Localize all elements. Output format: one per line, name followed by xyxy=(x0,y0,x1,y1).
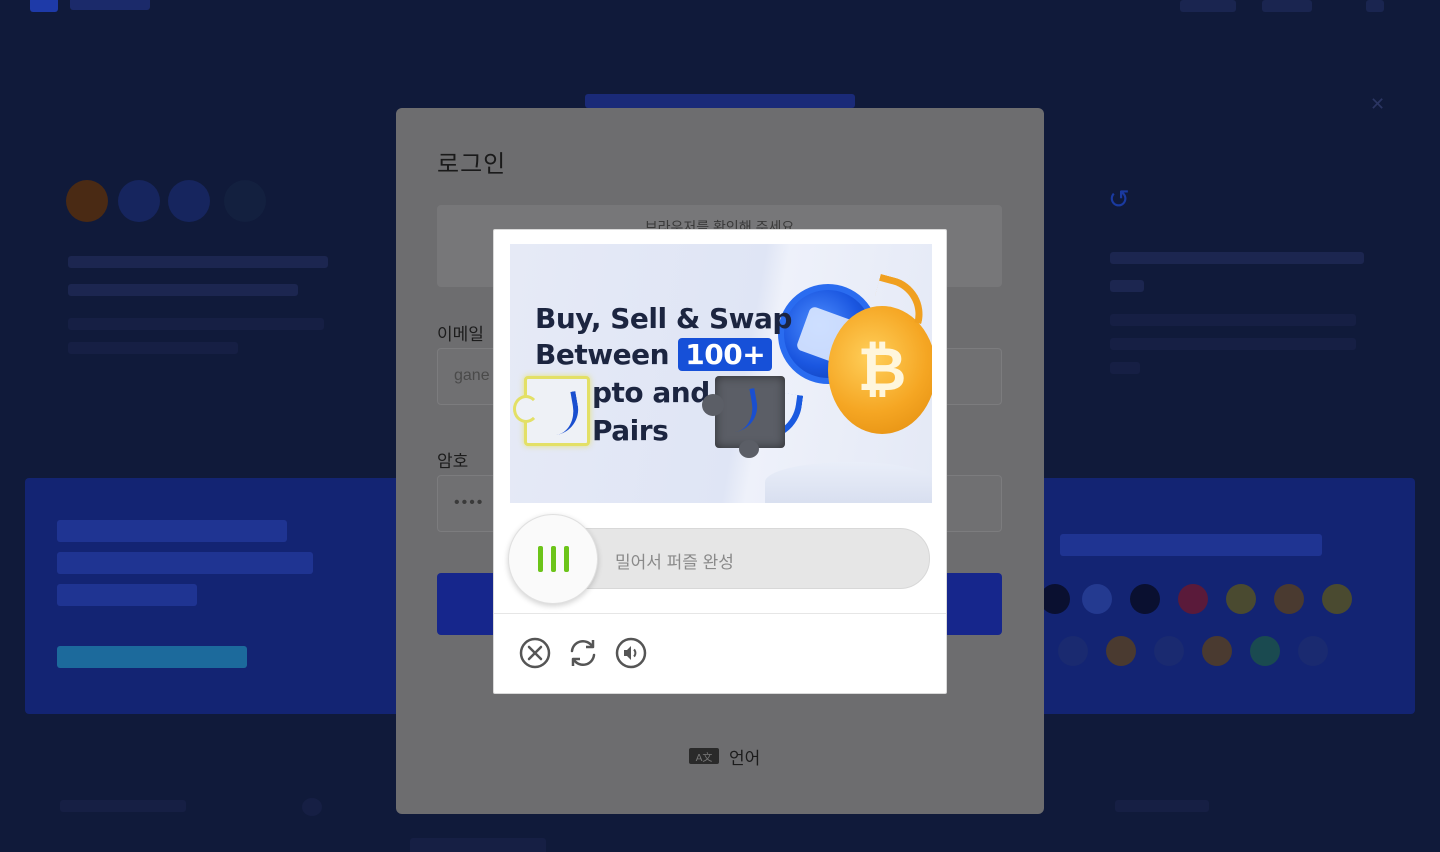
piece-stroke xyxy=(549,391,583,435)
bg-text-line xyxy=(1110,252,1364,264)
asset-icon xyxy=(1274,584,1304,614)
password-value: •••• xyxy=(454,494,485,511)
coin-icon xyxy=(224,180,266,222)
audio-captcha-button[interactable] xyxy=(614,636,648,670)
refresh-captcha-button[interactable] xyxy=(566,636,600,670)
close-icon xyxy=(519,637,551,669)
email-label: 이메일 xyxy=(437,325,484,344)
asset-icon xyxy=(1250,636,1280,666)
banner-title xyxy=(585,94,855,108)
bg-text-line xyxy=(1110,280,1144,292)
captcha-popup: ₿ Buy, Sell & Swap Between 100+ pto and … xyxy=(493,229,947,694)
puzzle-piece[interactable] xyxy=(513,376,590,446)
site-logo xyxy=(30,0,160,14)
promo-line-4: Pairs xyxy=(592,414,669,447)
asset-icon xyxy=(1040,584,1070,614)
bg-footer-line xyxy=(1115,800,1209,812)
logo-wordmark xyxy=(70,0,150,10)
password-label: 암호 xyxy=(437,452,469,471)
audio-icon xyxy=(615,637,647,669)
asset-icon xyxy=(1130,584,1160,614)
bg-text-line xyxy=(68,284,298,296)
login-title: 로그인 xyxy=(437,151,507,178)
asset-icon xyxy=(1322,584,1352,614)
bg-balance xyxy=(410,838,546,852)
email-value: gane xyxy=(454,367,490,384)
asset-icon xyxy=(1082,584,1112,614)
asset-icon xyxy=(1106,636,1136,666)
promo-card-credit xyxy=(25,478,405,714)
refresh-icon xyxy=(570,639,596,667)
promo-card-earn xyxy=(1040,478,1415,714)
translate-icon: A文 xyxy=(689,748,719,764)
promo-line-2: Between 100+ xyxy=(535,338,773,371)
asset-icon xyxy=(1298,636,1328,666)
card-title-line xyxy=(57,584,197,606)
bg-footer-line xyxy=(60,800,186,812)
bg-text-line xyxy=(1110,314,1356,326)
card-rate-line xyxy=(57,646,247,668)
asset-icon xyxy=(1178,584,1208,614)
asset-icon xyxy=(1226,584,1256,614)
nav-item xyxy=(1262,0,1312,12)
bitcoin-coin-icon: ₿ xyxy=(828,306,932,434)
grip-icon xyxy=(550,546,556,572)
undo-icon: ↺ xyxy=(1108,184,1130,214)
banner-close-icon: ✕ xyxy=(1370,94,1386,114)
slider-hint: 밀어서 퍼즐 완성 xyxy=(615,553,734,572)
slider-handle[interactable] xyxy=(508,514,598,604)
promo-line-2-prefix: Between xyxy=(535,338,670,371)
nav-item xyxy=(1366,0,1384,12)
nav-item xyxy=(1180,0,1236,12)
grip-icon xyxy=(537,546,543,572)
coin-icon xyxy=(66,180,108,222)
asset-icon xyxy=(1058,636,1088,666)
coin-icon xyxy=(118,180,160,222)
card-title-line xyxy=(1060,534,1322,556)
coin-icon xyxy=(168,180,210,222)
asset-icon xyxy=(1202,636,1232,666)
bg-text-line xyxy=(1110,338,1356,350)
promo-line-1: Buy, Sell & Swap xyxy=(535,302,792,335)
logo-mark xyxy=(30,0,58,12)
promo-pedestal xyxy=(765,462,932,503)
captcha-divider xyxy=(494,613,946,614)
asset-icon xyxy=(1154,636,1184,666)
promo-badge: 100+ xyxy=(678,338,773,371)
info-icon xyxy=(302,798,322,816)
bg-text-line xyxy=(68,318,324,330)
card-title-line xyxy=(57,520,287,542)
bg-text-line xyxy=(68,342,238,354)
close-captcha-button[interactable] xyxy=(518,636,552,670)
promo-line-3: pto and xyxy=(592,376,710,409)
bg-text-line xyxy=(1110,362,1140,374)
language-label: 언어 xyxy=(729,748,761,768)
bg-text-line xyxy=(68,256,328,268)
captcha-toolbar xyxy=(518,636,648,670)
card-title-line xyxy=(57,552,313,574)
puzzle-image: ₿ Buy, Sell & Swap Between 100+ pto and … xyxy=(510,244,932,503)
language-selector[interactable]: A文 언어 xyxy=(689,744,760,768)
grip-icon xyxy=(563,546,569,572)
